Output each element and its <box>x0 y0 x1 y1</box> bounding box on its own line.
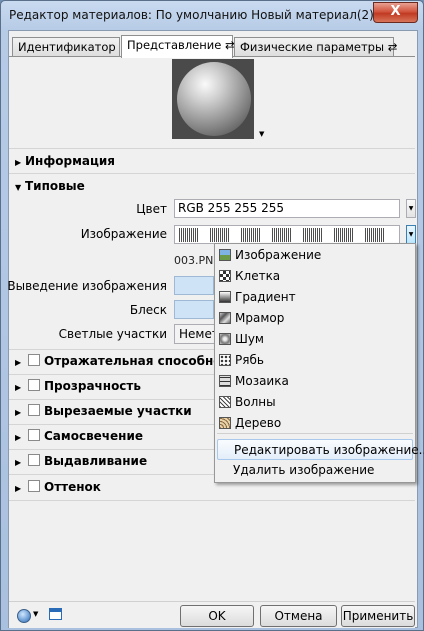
bump-checkbox[interactable] <box>28 454 40 466</box>
image-field[interactable] <box>174 225 400 244</box>
menu-item-marble[interactable]: Мрамор <box>217 308 413 329</box>
highlights-label: Светлые участки <box>58 327 167 341</box>
tiles-icon <box>219 375 231 387</box>
speckle-icon <box>219 354 231 366</box>
tint-checkbox[interactable] <box>28 480 40 492</box>
collapse-arrow-icon: ▼ <box>15 183 22 192</box>
checker-icon <box>219 270 231 282</box>
image-thumbnail <box>334 228 354 242</box>
chevron-down-icon[interactable]: ▼ <box>33 610 38 618</box>
divider <box>9 500 415 501</box>
waves-icon <box>219 396 231 408</box>
marble-icon <box>219 312 231 324</box>
expand-arrow-icon: ▶ <box>15 408 22 417</box>
divider <box>9 173 415 174</box>
section-reflectivity[interactable]: ▶ Отражательная способность <box>15 354 243 368</box>
color-field[interactable]: RGB 255 255 255 <box>174 199 400 218</box>
wood-icon <box>219 417 231 429</box>
material-preview[interactable] <box>172 59 254 139</box>
image-fade-label: Выведение изображения <box>7 279 167 293</box>
image-thumbnail <box>241 228 261 242</box>
expand-arrow-icon: ▶ <box>15 484 22 493</box>
window-title: Редактор материалов: По умолчанию Новый … <box>9 8 374 22</box>
tab-appearance[interactable]: Представление ⇄ <box>121 35 235 58</box>
expand-arrow-icon: ▶ <box>15 358 22 367</box>
section-cutouts[interactable]: ▶ Вырезаемые участки <box>15 404 192 418</box>
glossiness-field[interactable] <box>174 300 214 319</box>
gradient-icon <box>219 291 231 303</box>
menu-item-image[interactable]: Изображение <box>217 245 413 266</box>
image-fade-field[interactable] <box>174 276 214 295</box>
self-illumination-checkbox[interactable] <box>28 429 40 441</box>
menu-item-waves[interactable]: Волны <box>217 392 413 413</box>
cancel-button[interactable]: Отмена <box>260 605 337 627</box>
menu-item-checker[interactable]: Клетка <box>217 266 413 287</box>
material-browser-icon[interactable] <box>17 609 31 623</box>
expand-arrow-icon: ▶ <box>15 458 22 467</box>
section-info[interactable]: ▶ Информация <box>15 154 115 168</box>
section-transparency[interactable]: ▶ Прозрачность <box>15 379 141 393</box>
expand-arrow-icon: ▶ <box>15 158 22 167</box>
image-thumbnail <box>365 228 385 242</box>
image-icon <box>219 249 231 261</box>
menu-separator <box>217 433 413 434</box>
preview-options-arrow-icon[interactable]: ▼ <box>259 130 264 138</box>
menu-item-noise[interactable]: Шум <box>217 329 413 350</box>
bottom-toolbar: ▼ OK Отмена Применить <box>9 601 415 628</box>
section-generic[interactable]: ▼ Типовые <box>15 179 85 193</box>
image-thumbnail <box>210 228 230 242</box>
image-dropdown-button[interactable]: ▼ <box>406 225 416 244</box>
section-bump[interactable]: ▶ Выдавливание <box>15 454 147 468</box>
image-type-menu: Изображение Клетка Градиент Мрамор Шум Р… <box>214 243 424 483</box>
menu-item-tiles[interactable]: Мозаика <box>217 371 413 392</box>
image-thumbnail <box>179 228 199 242</box>
transparency-checkbox[interactable] <box>28 379 40 391</box>
title-bar[interactable]: Редактор материалов: По умолчанию Новый … <box>1 1 423 29</box>
image-label: Изображение <box>80 227 167 241</box>
expand-arrow-icon: ▶ <box>15 383 22 392</box>
apply-button[interactable]: Применить <box>341 605 415 627</box>
menu-item-gradient[interactable]: Градиент <box>217 287 413 308</box>
asset-browser-icon[interactable] <box>49 608 62 620</box>
material-editor-window: Редактор материалов: По умолчанию Новый … <box>0 0 424 631</box>
color-label: Цвет <box>136 202 167 216</box>
menu-item-wood[interactable]: Дерево <box>217 413 413 434</box>
tab-physical[interactable]: Физические параметры ⇄ <box>234 37 397 57</box>
section-tint[interactable]: ▶ Оттенок <box>15 480 101 494</box>
glossiness-label: Блеск <box>129 303 167 317</box>
divider <box>9 148 415 149</box>
close-button[interactable]: X <box>373 2 418 23</box>
preview-sphere <box>177 62 251 136</box>
color-dropdown-button[interactable]: ▼ <box>406 199 416 218</box>
menu-item-speckle[interactable]: Рябь <box>217 350 413 371</box>
tab-identity[interactable]: Идентификатор <box>12 37 120 57</box>
section-self-illumination[interactable]: ▶ Самосвечение <box>15 429 143 443</box>
image-thumbnail <box>303 228 323 242</box>
menu-item-edit-image[interactable]: Редактировать изображение... <box>217 439 424 460</box>
cutouts-checkbox[interactable] <box>28 404 40 416</box>
expand-arrow-icon: ▶ <box>15 433 22 442</box>
reflectivity-checkbox[interactable] <box>28 354 40 366</box>
ok-button[interactable]: OK <box>180 605 254 627</box>
image-thumbnail <box>272 228 292 242</box>
menu-item-delete-image[interactable]: Удалить изображение <box>217 460 413 481</box>
noise-icon <box>219 333 231 345</box>
